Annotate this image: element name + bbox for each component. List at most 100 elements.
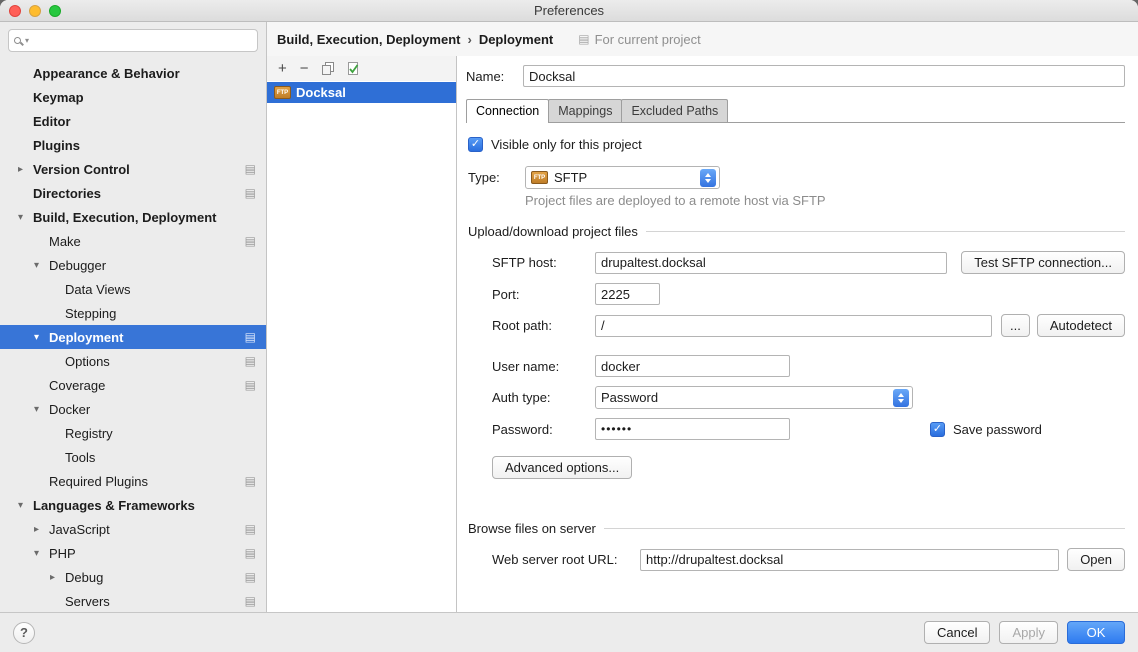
sidebar-item-debugger[interactable]: ▾Debugger bbox=[0, 253, 266, 277]
window-title: Preferences bbox=[0, 3, 1138, 18]
breadcrumb-deployment[interactable]: Deployment bbox=[479, 32, 553, 47]
name-input[interactable] bbox=[523, 65, 1125, 87]
deployment-form: Name: Connection Mappings Excluded Paths… bbox=[457, 56, 1138, 612]
chevron-right-icon[interactable]: ▸ bbox=[18, 164, 33, 175]
sidebar-item-servers[interactable]: Servers▤ bbox=[0, 589, 266, 612]
port-input[interactable] bbox=[595, 283, 660, 305]
sidebar-item-keymap[interactable]: Keymap bbox=[0, 85, 266, 109]
sidebar-item-appearance-behavior[interactable]: Appearance & Behavior bbox=[0, 61, 266, 85]
advanced-options-button[interactable]: Advanced options... bbox=[492, 456, 632, 479]
remove-server-button[interactable]: − bbox=[300, 61, 309, 76]
window-controls bbox=[9, 5, 61, 17]
sidebar-item-label: Deployment bbox=[49, 330, 245, 345]
sidebar-item-editor[interactable]: Editor bbox=[0, 109, 266, 133]
close-button[interactable] bbox=[9, 5, 21, 17]
minimize-button[interactable] bbox=[29, 5, 41, 17]
sidebar-item-label: PHP bbox=[49, 546, 245, 561]
sidebar-item-label: Registry bbox=[65, 426, 266, 441]
sidebar-item-options[interactable]: Options▤ bbox=[0, 349, 266, 373]
sidebar-item-directories[interactable]: Directories▤ bbox=[0, 181, 266, 205]
type-hint: Project files are deployed to a remote h… bbox=[525, 193, 1125, 208]
apply-button[interactable]: Apply bbox=[999, 621, 1058, 644]
sidebar-item-plugins[interactable]: Plugins bbox=[0, 133, 266, 157]
sidebar-item-make[interactable]: Make▤ bbox=[0, 229, 266, 253]
settings-tree: Appearance & BehaviorKeymapEditorPlugins… bbox=[0, 57, 266, 612]
autodetect-button[interactable]: Autodetect bbox=[1037, 314, 1125, 337]
sidebar-item-label: Directories bbox=[33, 186, 245, 201]
sidebar-item-required-plugins[interactable]: Required Plugins▤ bbox=[0, 469, 266, 493]
tab-connection[interactable]: Connection bbox=[466, 99, 549, 123]
project-settings-icon: ▤ bbox=[245, 187, 256, 199]
chevron-down-icon[interactable]: ▾ bbox=[34, 404, 49, 415]
chevron-down-icon[interactable]: ▾ bbox=[34, 260, 49, 271]
user-name-input[interactable] bbox=[595, 355, 790, 377]
web-root-input[interactable] bbox=[640, 549, 1059, 571]
servers-toolbar: + − bbox=[267, 56, 456, 81]
preferences-window: Preferences ▾ Appearance & BehaviorKeyma… bbox=[0, 0, 1138, 652]
open-button[interactable]: Open bbox=[1067, 548, 1125, 571]
help-button[interactable]: ? bbox=[13, 622, 35, 644]
project-settings-icon: ▤ bbox=[245, 235, 256, 247]
sftp-host-input[interactable] bbox=[595, 252, 947, 274]
chevron-down-icon[interactable]: ▾ bbox=[34, 548, 49, 559]
password-input[interactable] bbox=[595, 418, 790, 440]
sidebar-item-version-control[interactable]: ▸Version Control▤ bbox=[0, 157, 266, 181]
zoom-button[interactable] bbox=[49, 5, 61, 17]
search-input[interactable] bbox=[30, 33, 252, 48]
sidebar-item-label: Stepping bbox=[65, 306, 266, 321]
tab-excluded-paths[interactable]: Excluded Paths bbox=[621, 99, 728, 122]
chevron-right-icon[interactable]: ▸ bbox=[34, 524, 49, 535]
chevron-down-icon[interactable]: ▾ bbox=[18, 212, 33, 223]
sidebar-item-debug[interactable]: ▸Debug▤ bbox=[0, 565, 266, 589]
server-list-item-docksal[interactable]: FTP Docksal bbox=[267, 82, 456, 103]
tab-mappings[interactable]: Mappings bbox=[548, 99, 622, 122]
sidebar-item-label: Coverage bbox=[49, 378, 245, 393]
chevron-down-icon[interactable]: ▾ bbox=[18, 500, 33, 511]
sidebar-item-label: Languages & Frameworks bbox=[33, 498, 266, 513]
user-name-label: User name: bbox=[492, 359, 595, 374]
browse-root-path-button[interactable]: ... bbox=[1001, 314, 1030, 337]
ok-button[interactable]: OK bbox=[1067, 621, 1125, 644]
breadcrumb-build-execution-deployment[interactable]: Build, Execution, Deployment bbox=[277, 32, 460, 47]
select-arrows-icon bbox=[893, 389, 909, 407]
sidebar-item-javascript[interactable]: ▸JavaScript▤ bbox=[0, 517, 266, 541]
select-arrows-icon bbox=[700, 169, 716, 187]
browse-section-header: Browse files on server bbox=[468, 521, 1125, 536]
sidebar-item-label: Data Views bbox=[65, 282, 266, 297]
chevron-down-icon: ▾ bbox=[25, 36, 29, 45]
upload-section-header: Upload/download project files bbox=[468, 224, 1125, 239]
cancel-button[interactable]: Cancel bbox=[924, 621, 990, 644]
breadcrumb: Build, Execution, Deployment › Deploymen… bbox=[267, 22, 1138, 56]
test-sftp-connection-button[interactable]: Test SFTP connection... bbox=[961, 251, 1125, 274]
sidebar-item-registry[interactable]: Registry bbox=[0, 421, 266, 445]
save-password-checkbox[interactable]: ✓ bbox=[930, 422, 945, 437]
sidebar-item-php[interactable]: ▾PHP▤ bbox=[0, 541, 266, 565]
browse-section-title: Browse files on server bbox=[468, 521, 596, 536]
sftp-host-label: SFTP host: bbox=[492, 255, 595, 270]
sidebar-item-docker[interactable]: ▾Docker bbox=[0, 397, 266, 421]
chevron-right-icon[interactable]: ▸ bbox=[50, 572, 65, 583]
chevron-down-icon[interactable]: ▾ bbox=[34, 332, 49, 343]
sidebar-item-stepping[interactable]: Stepping bbox=[0, 301, 266, 325]
settings-search[interactable]: ▾ bbox=[8, 29, 258, 52]
project-settings-icon: ▤ bbox=[245, 547, 256, 559]
project-settings-icon: ▤ bbox=[245, 595, 256, 607]
copy-server-button[interactable] bbox=[322, 62, 334, 75]
use-as-default-button[interactable] bbox=[347, 62, 360, 75]
sidebar-item-label: Build, Execution, Deployment bbox=[33, 210, 266, 225]
sidebar-item-coverage[interactable]: Coverage▤ bbox=[0, 373, 266, 397]
sidebar-item-languages-frameworks[interactable]: ▾Languages & Frameworks bbox=[0, 493, 266, 517]
sidebar-item-data-views[interactable]: Data Views bbox=[0, 277, 266, 301]
sidebar-item-deployment[interactable]: ▾Deployment▤ bbox=[0, 325, 266, 349]
add-server-button[interactable]: + bbox=[278, 61, 287, 76]
root-path-input[interactable] bbox=[595, 315, 992, 337]
auth-type-select[interactable]: Password bbox=[595, 386, 913, 409]
sidebar-item-tools[interactable]: Tools bbox=[0, 445, 266, 469]
sidebar-item-label: Options bbox=[65, 354, 245, 369]
visible-only-checkbox[interactable]: ✓ bbox=[468, 137, 483, 152]
password-label: Password: bbox=[492, 422, 595, 437]
scope-label: For current project bbox=[595, 32, 701, 47]
sidebar-item-build-execution-deployment[interactable]: ▾Build, Execution, Deployment bbox=[0, 205, 266, 229]
type-select[interactable]: FTP SFTP bbox=[525, 166, 720, 189]
servers-panel: + − FTP Docksal bbox=[267, 56, 457, 612]
